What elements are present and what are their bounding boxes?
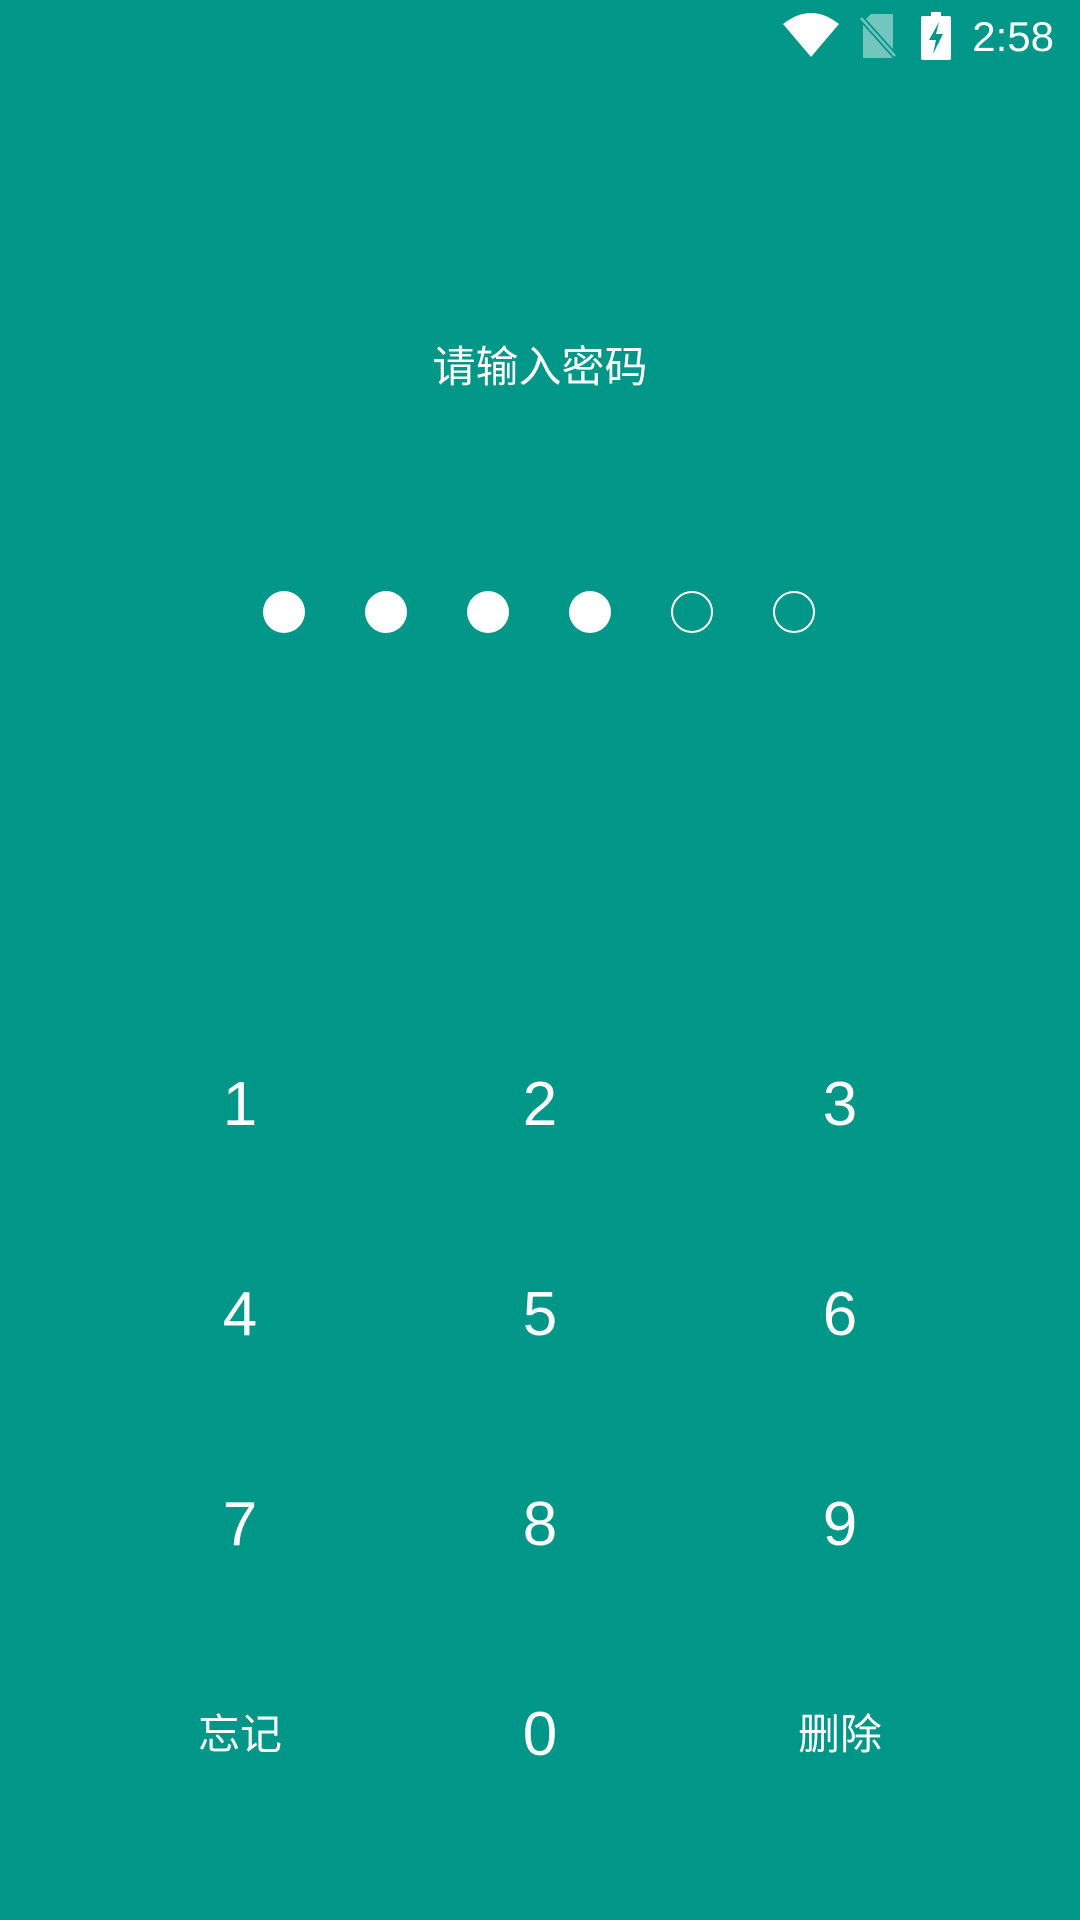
pin-indicator [263,591,818,633]
key-label: 9 [822,1490,858,1559]
key-8[interactable]: 8 [390,1420,690,1630]
clock: 2:58 [972,13,1054,60]
pin-dot-filled [365,591,407,633]
wifi-icon [783,13,839,57]
delete-button[interactable]: 删除 [690,1630,990,1840]
key-label: 1 [222,1070,258,1139]
key-5[interactable]: 5 [390,1210,690,1420]
key-3[interactable]: 3 [690,1000,990,1210]
pin-dot-filled [467,591,509,633]
key-label: 7 [222,1490,258,1559]
key-label: 8 [522,1490,558,1559]
pin-dot-filled [263,591,305,633]
battery-charging-icon [921,12,951,60]
key-0[interactable]: 0 [390,1630,690,1840]
key-label: 2 [522,1070,558,1139]
keypad: 1 2 3 4 5 6 7 8 9 忘记 0 删除 [0,1000,1080,1840]
key-4[interactable]: 4 [90,1210,390,1420]
key-2[interactable]: 2 [390,1000,690,1210]
key-label: 4 [222,1280,258,1349]
key-label: 5 [522,1280,558,1349]
key-1[interactable]: 1 [90,1000,390,1210]
pin-dot-empty [671,591,713,633]
pin-dot-filled [569,591,611,633]
page-title: 请输入密码 [432,343,648,393]
forgot-label: 忘记 [197,1710,282,1759]
key-label: 6 [822,1280,858,1349]
no-sim-icon [859,14,897,58]
key-6[interactable]: 6 [690,1210,990,1420]
forgot-button[interactable]: 忘记 [90,1630,390,1840]
pin-dot-empty [773,591,815,633]
status-bar: 2:58 [0,0,1080,75]
key-7[interactable]: 7 [90,1420,390,1630]
key-9[interactable]: 9 [690,1420,990,1630]
delete-label: 删除 [797,1710,882,1759]
key-label: 3 [822,1070,858,1139]
key-label: 0 [522,1700,558,1769]
